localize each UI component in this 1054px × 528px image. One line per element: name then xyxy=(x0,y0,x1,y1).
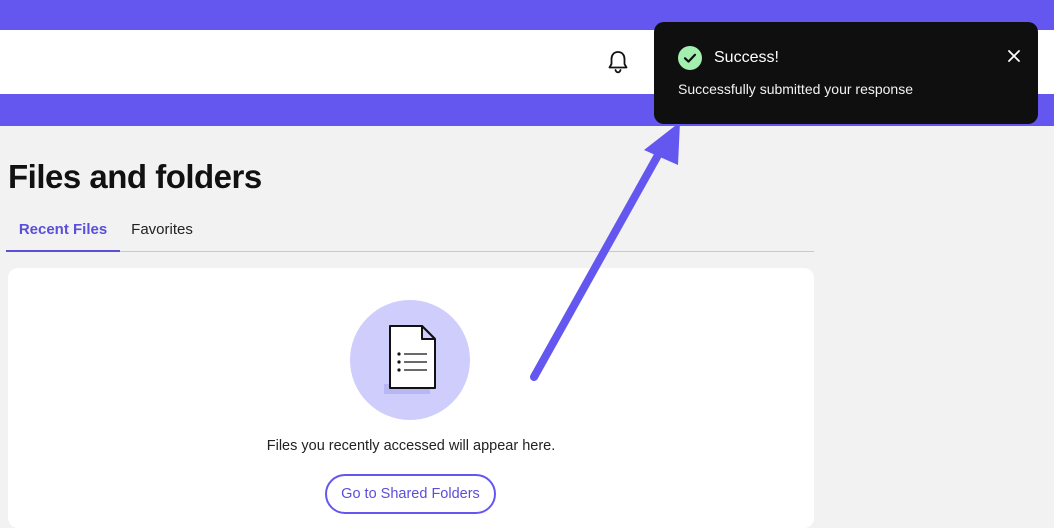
tab-recent-files[interactable]: Recent Files xyxy=(6,210,120,252)
toast-title: Success! xyxy=(714,49,779,66)
page-title: Files and folders xyxy=(8,158,262,195)
check-circle-icon xyxy=(678,46,702,70)
document-icon xyxy=(384,325,436,394)
tab-bar: Recent Files Favorites xyxy=(6,210,814,252)
empty-state-illustration xyxy=(350,300,470,420)
close-icon[interactable] xyxy=(1004,46,1024,66)
recent-files-card: Files you recently accessed will appear … xyxy=(8,268,814,528)
bell-icon[interactable] xyxy=(606,49,630,75)
success-toast: Success! Successfully submitted your res… xyxy=(654,22,1038,124)
go-to-shared-folders-button[interactable]: Go to Shared Folders xyxy=(325,474,496,514)
tab-favorites[interactable]: Favorites xyxy=(120,210,204,252)
empty-state-message: Files you recently accessed will appear … xyxy=(266,438,556,454)
toast-message: Successfully submitted your response xyxy=(678,81,913,97)
